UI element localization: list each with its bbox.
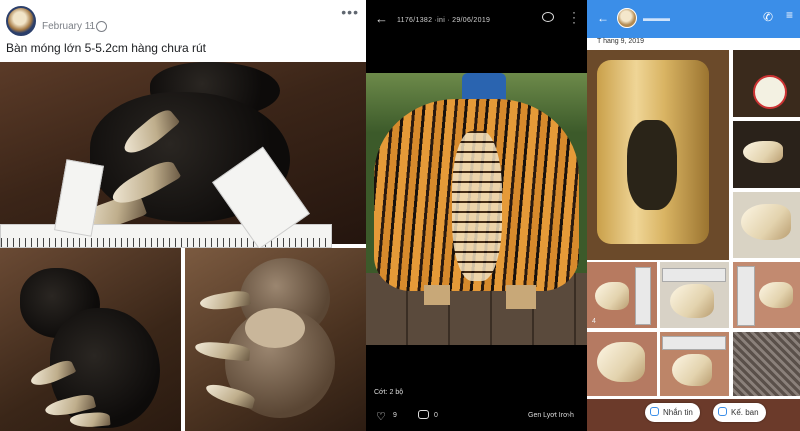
- add-friend-button[interactable]: Kế. ban: [713, 403, 766, 422]
- media-thumb[interactable]: [733, 262, 800, 328]
- chat-header: ← ▬▬▬ ✆ ≡: [587, 0, 800, 38]
- post-date[interactable]: February 11: [42, 21, 95, 32]
- add-friend-icon: [718, 407, 727, 416]
- comment-icon[interactable]: [418, 410, 429, 419]
- heart-icon[interactable]: ♡: [376, 410, 386, 423]
- comment-count: 0: [434, 412, 438, 419]
- media-thumb[interactable]: [660, 332, 729, 396]
- media-thumb[interactable]: [733, 121, 800, 188]
- more-vertical-icon[interactable]: · · ·: [572, 6, 576, 28]
- post-photo-paw-side[interactable]: [0, 248, 181, 431]
- date-label: T hang 9, 2019: [597, 38, 644, 45]
- media-thumb[interactable]: [733, 50, 800, 117]
- media-thumb[interactable]: [660, 262, 729, 328]
- media-thumb[interactable]: [587, 332, 657, 396]
- phone-icon[interactable]: ✆: [763, 10, 773, 24]
- back-arrow-icon[interactable]: ←: [375, 11, 388, 26]
- chat-icon[interactable]: [542, 12, 554, 22]
- post-photo-main[interactable]: [0, 62, 366, 250]
- globe-icon: [96, 21, 107, 32]
- post-caption: Bàn móng lớn 5-5.2cm hàng chưa rút: [6, 41, 207, 55]
- tiger-skin-photo[interactable]: [366, 73, 587, 345]
- photo-caption: Cớt: 2 bộ: [374, 389, 404, 396]
- avatar[interactable]: [6, 6, 36, 36]
- media-thumb[interactable]: [733, 332, 800, 396]
- add-friend-button-label: Kế. ban: [731, 408, 759, 417]
- like-count: 9: [393, 412, 397, 419]
- more-horizontal-icon[interactable]: •••: [341, 4, 359, 20]
- post-photo-paw-pad[interactable]: [185, 248, 366, 431]
- message-icon: [650, 407, 659, 416]
- date-separator: ·: [89, 20, 93, 31]
- chat-media-panel: ← ▬▬▬ ✆ ≡ T hang 9, 2019 4 Nhắn tin Kế. …: [587, 0, 800, 431]
- message-button-label: Nhắn tin: [663, 408, 693, 417]
- media-thumb[interactable]: [733, 192, 800, 258]
- message-button[interactable]: Nhắn tin: [645, 403, 700, 422]
- back-arrow-icon[interactable]: ←: [597, 11, 609, 25]
- post-header: February 11 · ••• Bàn móng lớn 5-5.2cm h…: [0, 0, 366, 62]
- photo-counter: 1176/1382 ·ini · 29/06/2019: [397, 17, 491, 24]
- contact-name: ▬▬▬: [643, 13, 670, 23]
- date-stamp: 4: [592, 318, 596, 325]
- media-thumb-jar[interactable]: [587, 50, 729, 260]
- more-icon[interactable]: ≡: [786, 8, 793, 22]
- media-thumb[interactable]: [587, 262, 657, 328]
- social-post-panel: February 11 · ••• Bàn móng lớn 5-5.2cm h…: [0, 0, 366, 431]
- photo-viewer-panel: ← 1176/1382 ·ini · 29/06/2019 · · · Cớt: 2…: [366, 0, 587, 431]
- avatar[interactable]: [617, 8, 637, 28]
- share-link[interactable]: Gen Lyơt Irơ›h: [528, 412, 574, 419]
